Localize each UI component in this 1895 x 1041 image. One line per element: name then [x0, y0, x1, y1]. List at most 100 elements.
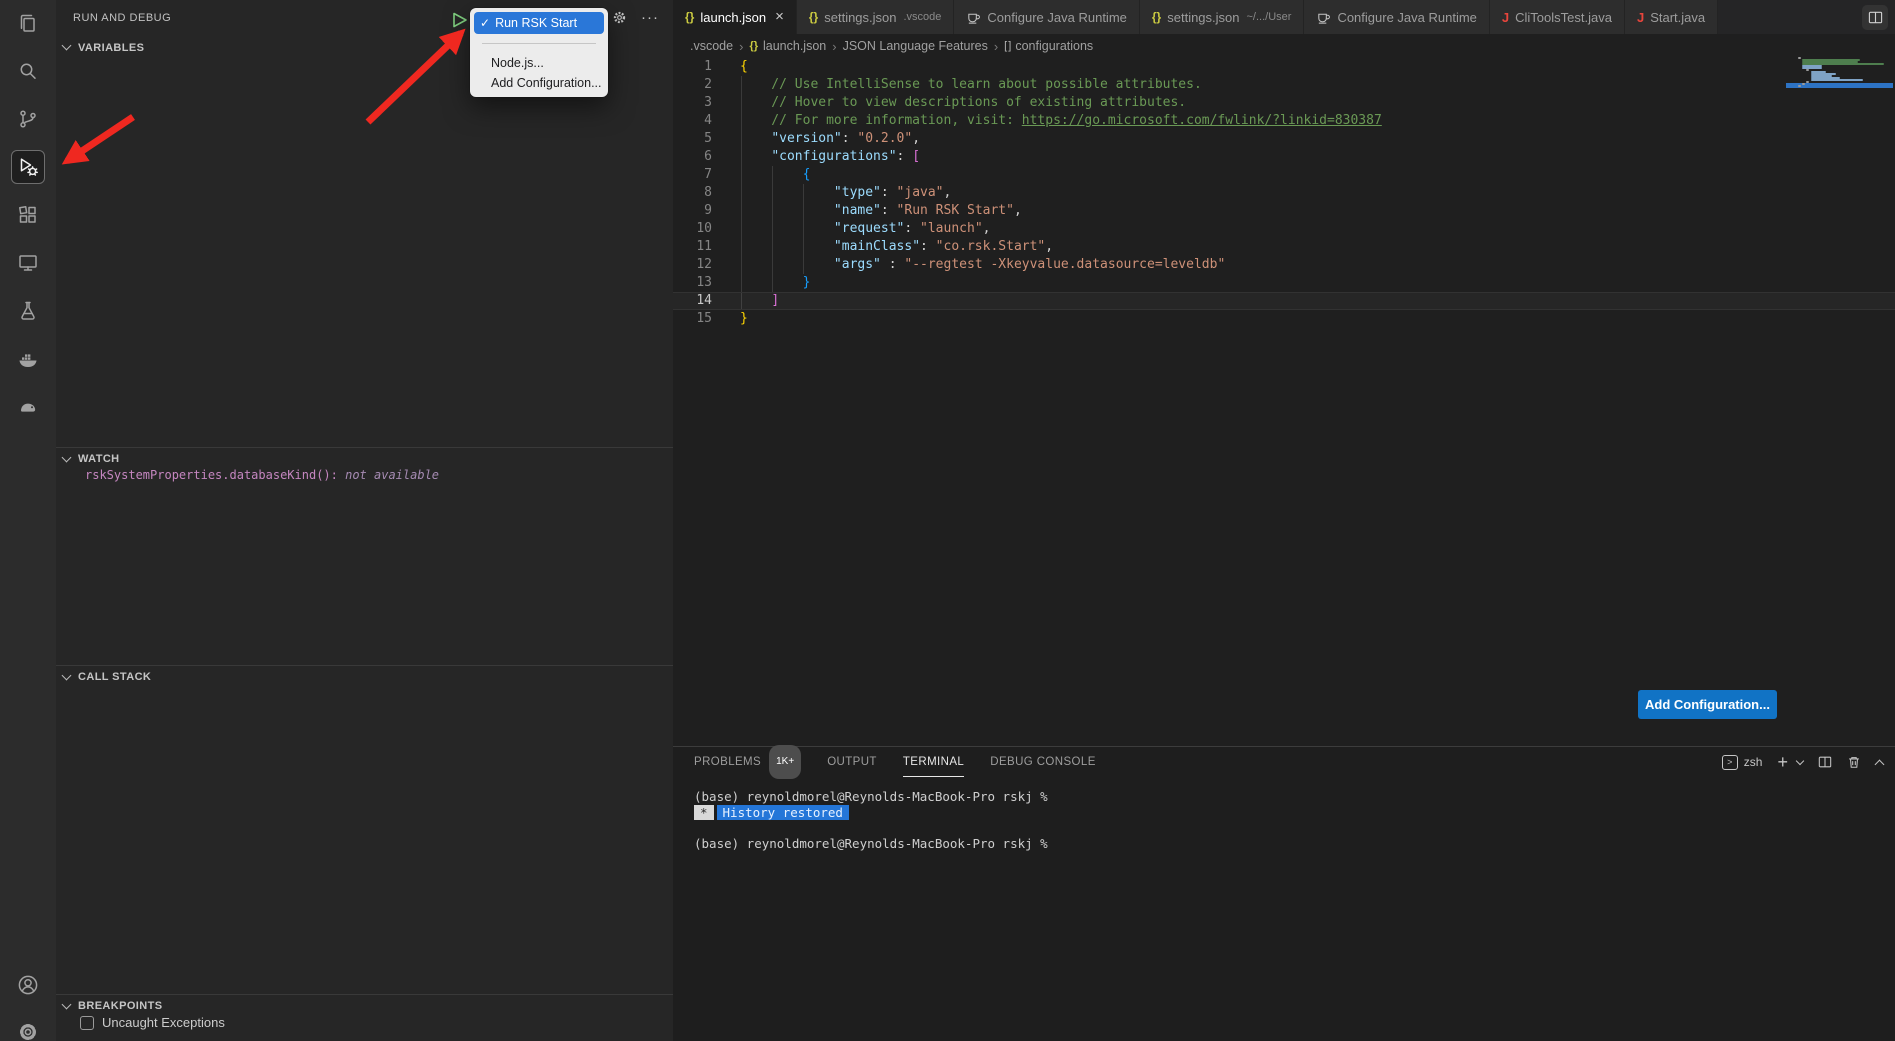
- line-number: 8: [673, 184, 726, 202]
- tab-label: Configure Java Runtime: [1337, 10, 1476, 25]
- terminal-icon: >: [1722, 755, 1738, 770]
- tab-settings-json[interactable]: {}settings.json~/.../User: [1140, 0, 1305, 34]
- line-number: 14: [673, 292, 726, 310]
- more-actions-icon[interactable]: ···: [641, 13, 659, 23]
- new-terminal-icon[interactable]: +: [1777, 755, 1788, 769]
- panel-tab-output[interactable]: OUTPUT: [827, 747, 877, 777]
- code-line-15[interactable]: 15}: [673, 310, 1895, 328]
- code-line-2[interactable]: 2 // Use IntelliSense to learn about pos…: [673, 76, 1895, 94]
- breadcrumb-item[interactable]: .vscode: [690, 39, 733, 53]
- code-line-5[interactable]: 5 "version": "0.2.0",: [673, 130, 1895, 148]
- breadcrumb-item[interactable]: JSON Language Features: [843, 39, 988, 53]
- code-line-10[interactable]: 10 "request": "launch",: [673, 220, 1895, 238]
- code-line-1[interactable]: 1{: [673, 58, 1895, 76]
- activitybar-search-icon[interactable]: [0, 48, 56, 94]
- minimap-line: [1798, 85, 1801, 87]
- terminal-line: (base) reynoldmorel@Reynolds-MacBook-Pro…: [694, 836, 1048, 852]
- sidebar-title: RUN AND DEBUG: [73, 12, 171, 24]
- tab-start-java[interactable]: JStart.java: [1625, 0, 1718, 34]
- terminal-output[interactable]: (base) reynoldmorel@Reynolds-MacBook-Pro…: [694, 789, 1048, 851]
- breakpoints-label: BREAKPOINTS: [78, 1000, 162, 1012]
- maximize-panel-chevron-icon[interactable]: [1875, 759, 1885, 769]
- panel-tab-debug-console[interactable]: DEBUG CONSOLE: [990, 747, 1096, 777]
- activitybar-source-control-icon[interactable]: [0, 96, 56, 142]
- activitybar-accounts-icon[interactable]: [0, 962, 56, 1008]
- tab-clitoolstest-java[interactable]: JCliToolsTest.java: [1490, 0, 1625, 34]
- tab-detail: .vscode: [904, 11, 942, 23]
- menu-item-run-rsk-start[interactable]: ✓ Run RSK Start: [474, 12, 604, 34]
- add-configuration-button[interactable]: Add Configuration...: [1638, 690, 1777, 719]
- line-number: 1: [673, 58, 726, 76]
- tab-configure-java-runtime[interactable]: Configure Java Runtime: [1304, 0, 1489, 34]
- minimap-line: [1806, 69, 1809, 71]
- tab-detail: ~/.../User: [1247, 11, 1292, 23]
- chevron-down-icon: [62, 41, 72, 51]
- tab-label: launch.json: [700, 10, 766, 25]
- panel-tab-problems[interactable]: PROBLEMS1K+: [694, 747, 801, 777]
- activitybar-explorer-icon[interactable]: [0, 0, 56, 46]
- checkmark-icon: ✓: [480, 16, 490, 30]
- chevron-down-icon: [62, 452, 72, 462]
- debug-settings-gear-icon[interactable]: [611, 9, 628, 26]
- activitybar-remote-explorer-icon[interactable]: [0, 240, 56, 286]
- kill-terminal-trash-icon[interactable]: [1847, 755, 1861, 769]
- activitybar-run-and-debug-icon[interactable]: [0, 144, 56, 190]
- breakpoint-uncaught-exceptions[interactable]: Uncaught Exceptions: [80, 1015, 225, 1030]
- code-editor[interactable]: 1{2 // Use IntelliSense to learn about p…: [673, 58, 1895, 328]
- terminal-dropdown-chevron-icon[interactable]: [1796, 756, 1804, 764]
- panel-tab-terminal[interactable]: TERMINAL: [903, 747, 964, 777]
- breadcrumb-item[interactable]: {}launch.json: [749, 39, 826, 53]
- code-line-9[interactable]: 9 "name": "Run RSK Start",: [673, 202, 1895, 220]
- breadcrumb-separator: ›: [832, 39, 836, 54]
- code-line-12[interactable]: 12 "args" : "--regtest -Xkeyvalue.dataso…: [673, 256, 1895, 274]
- tab-settings-json[interactable]: {}settings.json.vscode: [797, 0, 955, 34]
- code-line-7[interactable]: 7 {: [673, 166, 1895, 184]
- breadcrumb-item[interactable]: [ ]configurations: [1004, 39, 1093, 53]
- terminal-line: [694, 820, 1048, 836]
- tab-launch-json[interactable]: {}launch.json×: [673, 0, 797, 34]
- breadcrumb: .vscode›{}launch.json›JSON Language Feat…: [673, 34, 1895, 58]
- tab-label: Configure Java Runtime: [987, 10, 1126, 25]
- line-number: 4: [673, 112, 726, 130]
- close-icon[interactable]: ×: [775, 11, 784, 23]
- line-number: 2: [673, 76, 726, 94]
- terminal-line: (base) reynoldmorel@Reynolds-MacBook-Pro…: [694, 789, 1048, 805]
- activitybar-docker-icon[interactable]: [0, 336, 56, 382]
- line-number: 7: [673, 166, 726, 184]
- watch-section-header[interactable]: WATCH: [56, 447, 673, 470]
- code-line-11[interactable]: 11 "mainClass": "co.rsk.Start",: [673, 238, 1895, 256]
- code-line-8[interactable]: 8 "type": "java",: [673, 184, 1895, 202]
- tab-label: settings.json: [824, 10, 896, 25]
- activitybar-testing-icon[interactable]: [0, 288, 56, 334]
- watch-expression: rskSystemProperties.databaseKind():: [85, 468, 338, 482]
- code-line-3[interactable]: 3 // Hover to view descriptions of exist…: [673, 94, 1895, 112]
- run-and-debug-sidebar: RUN AND DEBUG ··· VARIABLES WATCH rskSys…: [56, 0, 673, 1041]
- split-terminal-icon[interactable]: [1818, 755, 1832, 769]
- variables-label: VARIABLES: [78, 42, 144, 54]
- terminal-profile-selector[interactable]: > zsh: [1722, 755, 1763, 770]
- java-file-icon: J: [1502, 10, 1509, 25]
- code-line-4[interactable]: 4 // For more information, visit: https:…: [673, 112, 1895, 130]
- call-stack-section-header[interactable]: CALL STACK: [56, 665, 673, 688]
- checkbox-unchecked[interactable]: [80, 1016, 94, 1030]
- code-line-13[interactable]: 13 }: [673, 274, 1895, 292]
- vscode-window: { "colors": { "menu_selection": "#2a77d8…: [0, 0, 1895, 1041]
- panel-tab-bar: PROBLEMS1K+ OUTPUT TERMINAL DEBUG CONSOLE: [694, 747, 1096, 777]
- activitybar-settings-icon[interactable]: [0, 1009, 56, 1041]
- breakpoints-section-header[interactable]: BREAKPOINTS: [56, 994, 673, 1017]
- menu-item-add-configuration[interactable]: Add Configuration...: [470, 73, 608, 93]
- minimap-line: [1811, 79, 1864, 81]
- activitybar-extensions-icon[interactable]: [0, 192, 56, 238]
- minimap-line: [1802, 83, 1805, 85]
- watch-expression-row[interactable]: rskSystemProperties.databaseKind(): not …: [85, 468, 439, 482]
- code-line-6[interactable]: 6 "configurations": [: [673, 148, 1895, 166]
- start-debugging-play-icon[interactable]: [452, 12, 469, 33]
- activitybar-gradle-icon[interactable]: [0, 384, 56, 430]
- code-line-14[interactable]: 14 ]: [673, 292, 1895, 310]
- line-number: 5: [673, 130, 726, 148]
- shell-name: zsh: [1744, 755, 1763, 769]
- minimap-line: [1806, 81, 1809, 83]
- tab-configure-java-runtime[interactable]: Configure Java Runtime: [954, 0, 1139, 34]
- menu-item-nodejs[interactable]: Node.js...: [470, 53, 608, 73]
- split-editor-icon[interactable]: [1862, 5, 1888, 30]
